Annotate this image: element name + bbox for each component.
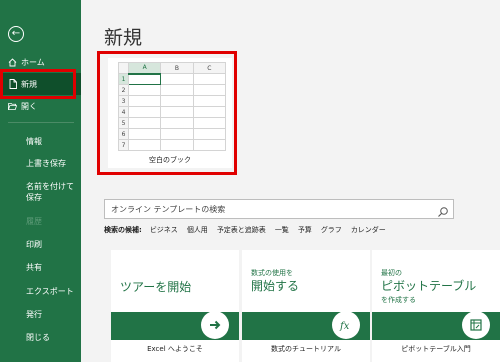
- card-thumbnail: 数式の使用を 開始する: [242, 250, 370, 318]
- corner-cell: [118, 62, 129, 74]
- back-button[interactable]: ←: [8, 26, 24, 42]
- backstage-sidebar: ← ホーム 新規 開く 情報 上書き保存 名前を付けて保存 履歴 印刷 共有 エ…: [0, 0, 81, 362]
- page-title: 新規: [104, 27, 143, 49]
- sidebar-divider: [8, 122, 74, 123]
- search-suggestions: 検索の候補: ビジネス 個人用 予定表と追跡表 一覧 予算 グラフ カレンダー: [104, 224, 395, 236]
- column-header: C: [192, 62, 227, 74]
- sidebar-item-new[interactable]: 新規: [0, 73, 81, 95]
- column-header: B: [160, 62, 194, 74]
- template-search-box[interactable]: [104, 199, 454, 219]
- blank-workbook-label: 空白のブック: [149, 156, 191, 164]
- card-heading: 開始する: [251, 279, 300, 293]
- svg-text:fx: fx: [339, 321, 350, 331]
- sidebar-item-publish[interactable]: 発行: [26, 309, 42, 320]
- sidebar-item-history: 履歴: [26, 217, 42, 226]
- blank-workbook-template[interactable]: A B C 1 2 3 4 5 6 7 空白のブック: [108, 58, 232, 168]
- card-title: ピボットテーブル入門: [401, 345, 471, 353]
- folder-open-icon: [8, 101, 17, 111]
- pivot-table-icon: [462, 311, 490, 339]
- template-search-input[interactable]: [111, 200, 431, 218]
- suggestion-link[interactable]: グラフ: [321, 225, 342, 235]
- row-header: 2: [118, 84, 129, 96]
- sidebar-item-export[interactable]: エクスポート: [26, 286, 74, 297]
- template-card-pivottable[interactable]: 最初の ピボットテーブル を作成する ピボットテーブル入門: [372, 250, 500, 362]
- row-header: 1: [118, 73, 129, 85]
- new-file-icon: [8, 79, 17, 89]
- card-title: 数式のチュートリアル: [271, 345, 341, 353]
- row-header: 7: [118, 139, 129, 151]
- row-header: 5: [118, 117, 129, 129]
- home-icon: [8, 57, 17, 67]
- arrow-right-icon: [201, 311, 229, 339]
- sidebar-item-save[interactable]: 上書き保存: [26, 158, 66, 169]
- column-header: A: [127, 62, 162, 75]
- card-thumbnail: 最初の ピボットテーブル を作成する: [372, 250, 500, 318]
- search-icon[interactable]: [437, 203, 449, 217]
- template-card-formulas[interactable]: 数式の使用を 開始する fx 数式のチュートリアル: [242, 250, 370, 362]
- card-heading: ツアーを開始: [120, 280, 192, 294]
- sidebar-item-close[interactable]: 閉じる: [26, 332, 50, 343]
- fx-icon: fx: [332, 311, 360, 339]
- back-arrow-icon: ←: [11, 28, 21, 39]
- blank-workbook-thumbnail: A B C 1 2 3 4 5 6 7: [118, 62, 227, 151]
- suggestion-link[interactable]: ビジネス: [150, 225, 178, 235]
- card-band: [372, 311, 500, 340]
- suggestion-link[interactable]: カレンダー: [351, 225, 386, 235]
- suggestions-label: 検索の候補:: [104, 226, 142, 234]
- sidebar-item-share[interactable]: 共有: [26, 262, 42, 273]
- row-header: 3: [118, 95, 129, 107]
- selected-cell: [127, 73, 162, 85]
- suggestion-link[interactable]: 予定表と追跡表: [217, 225, 266, 235]
- card-band: fx: [242, 311, 370, 340]
- sidebar-item-print[interactable]: 印刷: [26, 239, 42, 250]
- sidebar-item-save-as[interactable]: 名前を付けて保存: [26, 181, 78, 203]
- suggestion-link[interactable]: 個人用: [187, 225, 208, 235]
- row-header: 4: [118, 106, 129, 118]
- spreadsheet-grid: A B C 1 2 3 4 5 6 7: [118, 62, 227, 151]
- row-header: 6: [118, 128, 129, 140]
- card-thumbnail: ツアーを開始: [111, 250, 239, 318]
- card-heading: ピボットテーブル: [381, 279, 477, 293]
- sidebar-item-open[interactable]: 開く: [0, 95, 81, 117]
- template-card-welcome[interactable]: ツアーを開始 Excel へようこそ: [111, 250, 239, 362]
- sidebar-item-info[interactable]: 情報: [26, 136, 42, 147]
- card-band: [111, 311, 239, 340]
- suggestion-link[interactable]: 一覧: [275, 225, 289, 235]
- card-subheading-2: を作成する: [381, 296, 416, 304]
- card-title: Excel へようこそ: [147, 345, 203, 353]
- sidebar-item-home[interactable]: ホーム: [0, 51, 81, 73]
- suggestion-link[interactable]: 予算: [298, 225, 312, 235]
